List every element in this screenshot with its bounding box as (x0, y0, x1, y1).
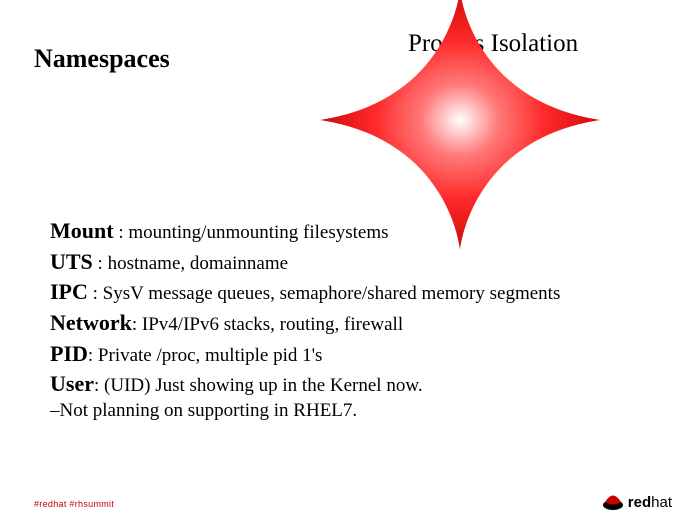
term: IPC (50, 279, 88, 304)
list-item: UTS : hostname, domainname (50, 247, 670, 277)
brand-logo: redhat (602, 493, 672, 511)
footer-hashtags: #redhat #rhsummit (34, 499, 114, 509)
sep: : (88, 283, 103, 304)
term: PID (50, 341, 88, 366)
desc: hostname, domainname (108, 253, 288, 274)
brand-text-rest: hat (651, 494, 672, 511)
list-item: Network: IPv4/IPv6 stacks, routing, fire… (50, 308, 670, 338)
slide-title-right: Process Isolation (408, 30, 578, 58)
desc: mounting/unmounting filesystems (128, 222, 388, 243)
term: UTS (50, 249, 93, 274)
slide-title-left: Namespaces (34, 44, 170, 74)
desc: Private /proc, multiple pid 1's (98, 345, 323, 366)
term: User (50, 371, 94, 396)
desc: IPv4/IPv6 stacks, routing, firewall (142, 314, 403, 335)
list-item: PID: Private /proc, multiple pid 1's (50, 339, 670, 369)
sep: : (88, 345, 98, 366)
namespace-list: Mount : mounting/unmounting filesystems … (50, 216, 670, 422)
list-item: User: (UID) Just showing up in the Kerne… (50, 369, 670, 399)
desc: (UID) Just showing up in the Kernel now. (104, 375, 423, 396)
list-note: –Not planning on supporting in RHEL7. (50, 400, 670, 422)
brand-text-bold: red (628, 494, 651, 511)
footer: #redhat #rhsummit redhat (0, 489, 700, 509)
term: Network (50, 310, 132, 335)
desc: SysV message queues, semaphore/shared me… (103, 283, 561, 304)
brand-text: redhat (628, 494, 672, 511)
sep: : (132, 314, 142, 335)
sep: : (94, 375, 104, 396)
list-item: Mount : mounting/unmounting filesystems (50, 216, 670, 246)
sep: : (114, 222, 129, 243)
slide: Namespaces Process Isolation Mount : mou… (0, 0, 700, 525)
sep: : (93, 253, 108, 274)
term: Mount (50, 218, 114, 243)
redhat-icon (602, 493, 624, 511)
list-item: IPC : SysV message queues, semaphore/sha… (50, 277, 670, 307)
